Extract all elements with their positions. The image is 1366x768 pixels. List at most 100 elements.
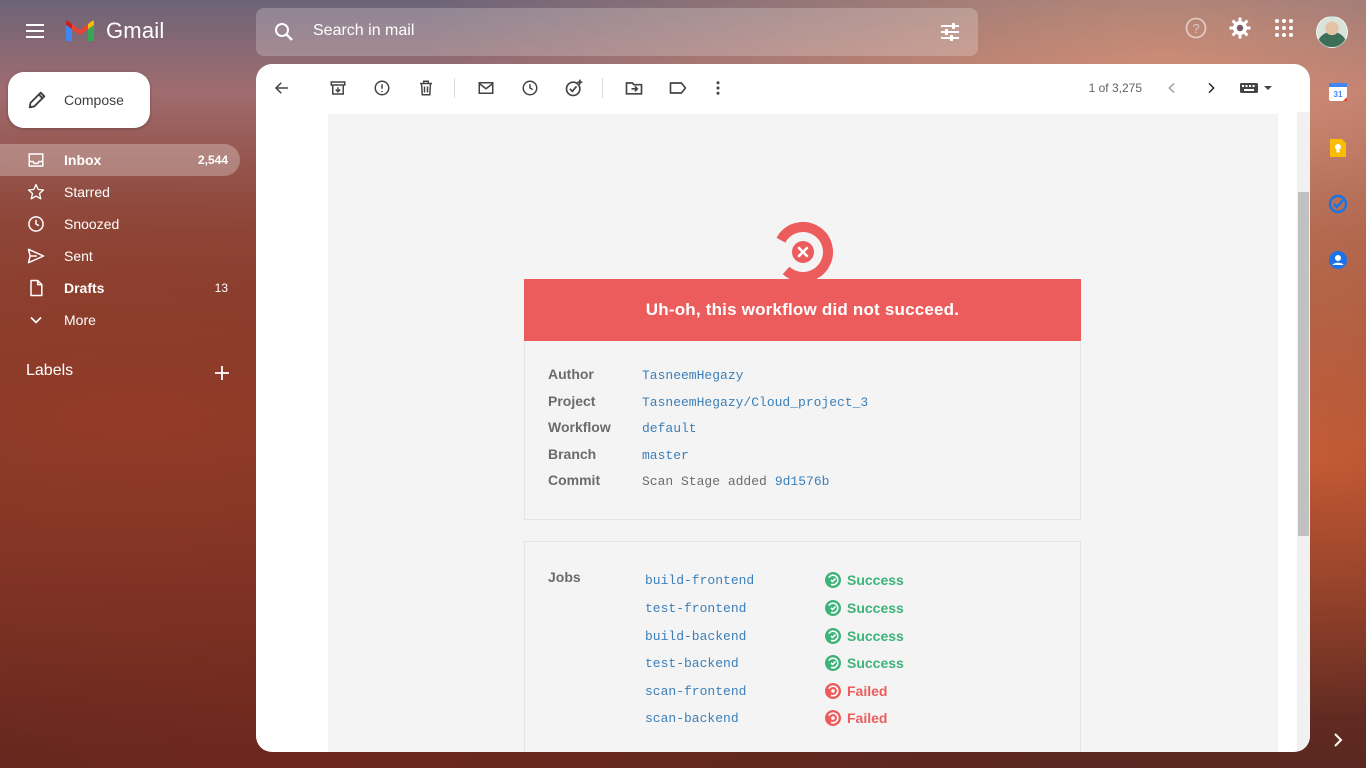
pagination-count: 1 of 3,275 [1088, 81, 1142, 95]
archive-button[interactable] [326, 76, 350, 100]
sidebar-item-label: Drafts [64, 280, 105, 296]
author-link[interactable]: TasneemHegazy [642, 368, 743, 383]
job-row: build-backend Success [645, 628, 904, 644]
search-options-icon[interactable] [938, 20, 962, 44]
job-name-link[interactable]: scan-backend [645, 711, 825, 726]
mail-icon [478, 82, 494, 94]
newer-button[interactable] [1160, 76, 1184, 100]
account-avatar[interactable] [1316, 16, 1348, 48]
sidebar-item-inbox[interactable]: Inbox 2,544 [0, 144, 240, 176]
job-name-link[interactable]: scan-frontend [645, 684, 825, 699]
clock-icon [522, 80, 538, 96]
jobs-heading: Jobs [548, 569, 581, 585]
keep-icon [1330, 139, 1346, 157]
sidebar-item-label: Starred [64, 184, 110, 200]
clock-icon [26, 214, 46, 234]
job-row: scan-frontend Failed [645, 683, 887, 699]
search-placeholder[interactable]: Search in mail [313, 22, 414, 40]
delete-button[interactable] [414, 76, 438, 100]
branch-link[interactable]: master [642, 448, 689, 463]
move-to-button[interactable] [622, 76, 646, 100]
circleci-logo-icon [773, 222, 833, 282]
email-view-panel: 1 of 3,275 Uh-oh, this workflow did not … [256, 64, 1310, 752]
sidebar-item-starred[interactable]: Starred [0, 176, 240, 208]
jobs-card: Jobs build-frontend Success test-fronten… [524, 541, 1081, 752]
keep-app-button[interactable] [1326, 136, 1350, 160]
report-spam-button[interactable] [370, 76, 394, 100]
job-status-label: Success [847, 600, 904, 616]
commit-hash-link[interactable]: 9d1576b [775, 474, 830, 489]
sidebar-item-drafts[interactable]: Drafts 13 [0, 272, 240, 304]
job-status-label: Success [847, 655, 904, 671]
contacts-app-button[interactable] [1326, 248, 1350, 272]
workflow-details-card: Author TasneemHegazy Project TasneemHega… [524, 341, 1081, 520]
toolbar-divider [454, 78, 455, 98]
arrow-back-icon [274, 82, 288, 94]
calendar-app-button[interactable]: 31 [1326, 80, 1350, 104]
tasks-app-button[interactable] [1326, 192, 1350, 216]
inbox-icon [26, 150, 46, 170]
snooze-button[interactable] [518, 76, 542, 100]
job-status: Failed [825, 710, 887, 726]
labels-button[interactable] [666, 76, 690, 100]
tasks-icon [1328, 194, 1348, 214]
label-icon [669, 82, 687, 94]
input-tools-button[interactable] [1238, 76, 1274, 100]
meta-key: Project [548, 393, 596, 409]
star-icon [26, 182, 46, 202]
email-body: Uh-oh, this workflow did not succeed. Au… [328, 114, 1278, 752]
job-name-link[interactable]: build-frontend [645, 573, 825, 588]
draft-count: 13 [214, 281, 228, 295]
commit-row: Commit Scan Stage added 9d1576b [548, 472, 829, 489]
workflow-failed-banner: Uh-oh, this workflow did not succeed. [524, 279, 1081, 341]
older-button[interactable] [1199, 76, 1223, 100]
meta-key: Commit [548, 472, 601, 488]
back-button[interactable] [270, 76, 294, 100]
meta-key: Branch [548, 446, 597, 462]
meta-key: Workflow [548, 419, 611, 435]
more-vert-icon [716, 81, 720, 95]
sidebar-item-sent[interactable]: Sent [0, 240, 240, 272]
scrollbar-thumb[interactable] [1298, 192, 1309, 536]
chevron-left-icon [1168, 82, 1175, 94]
draft-icon [26, 278, 46, 298]
job-status: Success [825, 628, 904, 644]
add-label-icon[interactable] [212, 363, 232, 383]
search-bar[interactable]: Search in mail [256, 8, 978, 56]
help-icon[interactable]: ? [1184, 16, 1208, 40]
sidebar-item-label: Inbox [64, 152, 102, 168]
add-to-tasks-button[interactable] [562, 76, 586, 100]
job-row: scan-backend Failed [645, 710, 887, 726]
job-status-label: Success [847, 572, 904, 588]
success-status-icon [825, 628, 841, 644]
archive-icon [330, 81, 346, 95]
workflow-link[interactable]: default [642, 421, 697, 436]
keyboard-icon [1240, 83, 1272, 93]
settings-gear-icon[interactable] [1228, 16, 1252, 40]
more-options-button[interactable] [706, 76, 730, 100]
success-status-icon [825, 655, 841, 671]
success-status-icon [825, 600, 841, 616]
expand-side-panel-icon[interactable] [1328, 730, 1348, 750]
google-apps-icon[interactable] [1272, 16, 1296, 40]
main-menu-button[interactable] [22, 20, 48, 44]
job-name-link[interactable]: test-frontend [645, 601, 825, 616]
job-row: test-backend Success [645, 655, 904, 671]
chevron-down-icon [26, 310, 46, 330]
sidebar-item-more[interactable]: More [0, 304, 240, 336]
gmail-logo[interactable]: Gmail [64, 18, 164, 44]
failed-status-icon [825, 683, 841, 699]
search-icon[interactable] [272, 20, 296, 44]
failed-status-icon [825, 710, 841, 726]
sidebar-item-snoozed[interactable]: Snoozed [0, 208, 240, 240]
mark-unread-button[interactable] [474, 76, 498, 100]
sidebar-item-label: Sent [64, 248, 93, 264]
unread-count: 2,544 [197, 153, 228, 167]
project-link[interactable]: TasneemHegazy/Cloud_project_3 [642, 395, 868, 410]
compose-label: Compose [64, 92, 124, 108]
job-name-link[interactable]: test-backend [645, 656, 825, 671]
compose-button[interactable]: Compose [8, 72, 150, 128]
project-row: Project TasneemHegazy/Cloud_project_3 [548, 393, 868, 410]
job-name-link[interactable]: build-backend [645, 629, 825, 644]
trash-icon [420, 80, 432, 96]
